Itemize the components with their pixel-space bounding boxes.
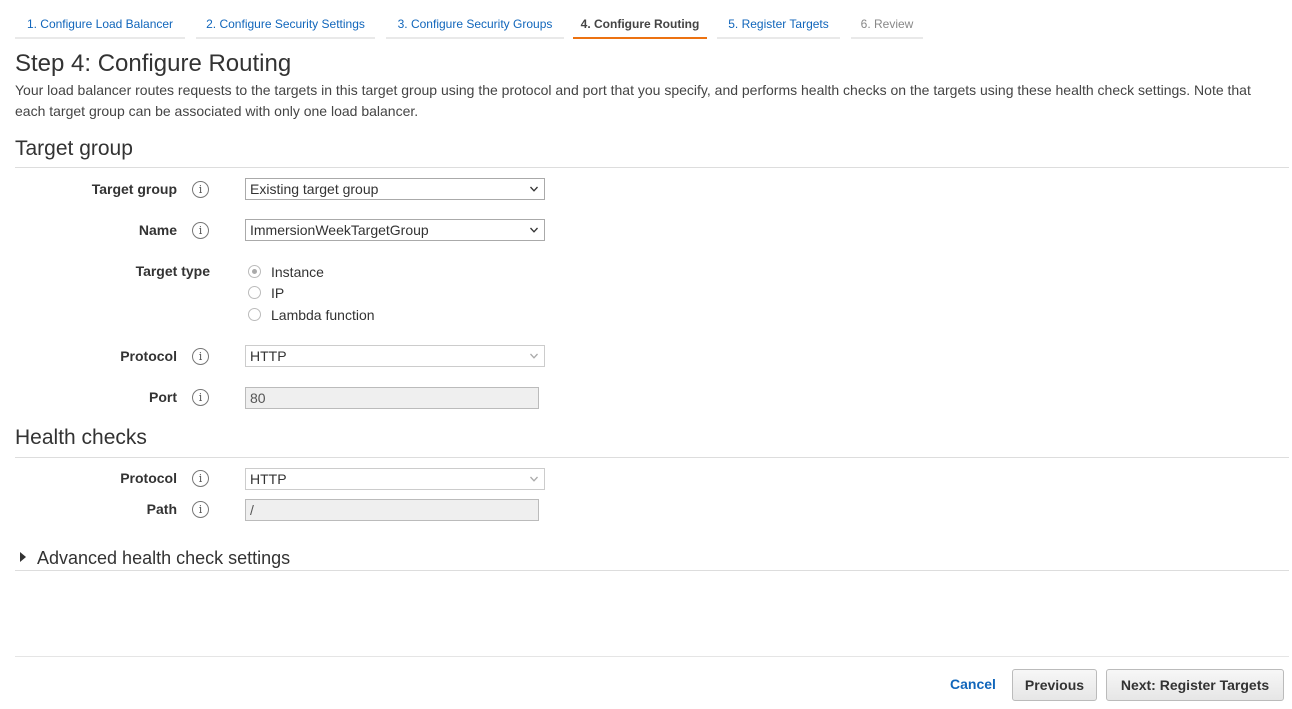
info-icon[interactable]: i — [192, 501, 209, 518]
target-group-label: Target group — [91, 181, 177, 197]
health-path-label: Path — [146, 501, 177, 517]
cancel-button[interactable]: Cancel — [950, 676, 996, 692]
step-configure-security-settings[interactable]: 2. Configure Security Settings — [196, 10, 375, 39]
target-type-lambda-label: Lambda function — [271, 307, 375, 323]
section-divider — [15, 457, 1289, 458]
name-select[interactable]: ImmersionWeekTargetGroup — [245, 219, 545, 241]
step-configure-load-balancer[interactable]: 1. Configure Load Balancer — [15, 10, 185, 39]
step-configure-routing: 4. Configure Routing — [573, 10, 707, 39]
protocol-select: HTTP — [245, 345, 545, 367]
target-group-select-value: Existing target group — [250, 181, 379, 197]
info-icon[interactable]: i — [192, 181, 209, 198]
health-protocol-select: HTTP — [245, 468, 545, 490]
health-protocol-label: Protocol — [120, 470, 177, 486]
chevron-down-icon — [530, 227, 538, 233]
target-type-lambda-radio[interactable] — [248, 308, 261, 321]
target-group-select[interactable]: Existing target group — [245, 178, 545, 200]
advanced-health-check-toggle[interactable]: Advanced health check settings — [20, 548, 290, 569]
page-title: Step 4: Configure Routing — [15, 50, 292, 77]
name-label: Name — [138, 222, 177, 238]
name-select-value: ImmersionWeekTargetGroup — [250, 222, 429, 238]
section-divider — [15, 570, 1289, 571]
chevron-down-icon — [530, 186, 538, 192]
info-icon[interactable]: i — [192, 348, 209, 365]
next-register-targets-button[interactable]: Next: Register Targets — [1106, 669, 1284, 701]
target-type-ip-label: IP — [271, 285, 285, 301]
previous-button[interactable]: Previous — [1012, 669, 1097, 701]
port-input: 80 — [245, 387, 539, 409]
info-icon[interactable]: i — [192, 222, 209, 239]
step-register-targets[interactable]: 5. Register Targets — [717, 10, 840, 39]
port-label: Port — [149, 389, 177, 405]
target-type-instance-label: Instance — [271, 264, 324, 280]
chevron-down-icon — [530, 353, 538, 359]
protocol-select-value: HTTP — [250, 348, 287, 364]
target-group-heading: Target group — [15, 137, 133, 160]
health-checks-heading: Health checks — [15, 426, 147, 449]
target-type-label: Target type — [135, 263, 210, 279]
target-type-instance-radio[interactable] — [248, 265, 261, 278]
section-divider — [15, 167, 1289, 168]
info-icon[interactable]: i — [192, 389, 209, 406]
page-description: Your load balancer routes requests to th… — [15, 82, 1251, 119]
step-review: 6. Review — [851, 10, 923, 39]
protocol-label: Protocol — [120, 348, 177, 364]
chevron-down-icon — [530, 476, 538, 482]
step-configure-security-groups[interactable]: 3. Configure Security Groups — [386, 10, 564, 39]
info-icon[interactable]: i — [192, 470, 209, 487]
footer-divider — [15, 656, 1289, 657]
advanced-health-check-label: Advanced health check settings — [37, 548, 291, 568]
target-type-ip-radio[interactable] — [248, 286, 261, 299]
health-path-input: / — [245, 499, 539, 521]
health-protocol-select-value: HTTP — [250, 471, 287, 487]
caret-right-icon — [20, 552, 26, 562]
